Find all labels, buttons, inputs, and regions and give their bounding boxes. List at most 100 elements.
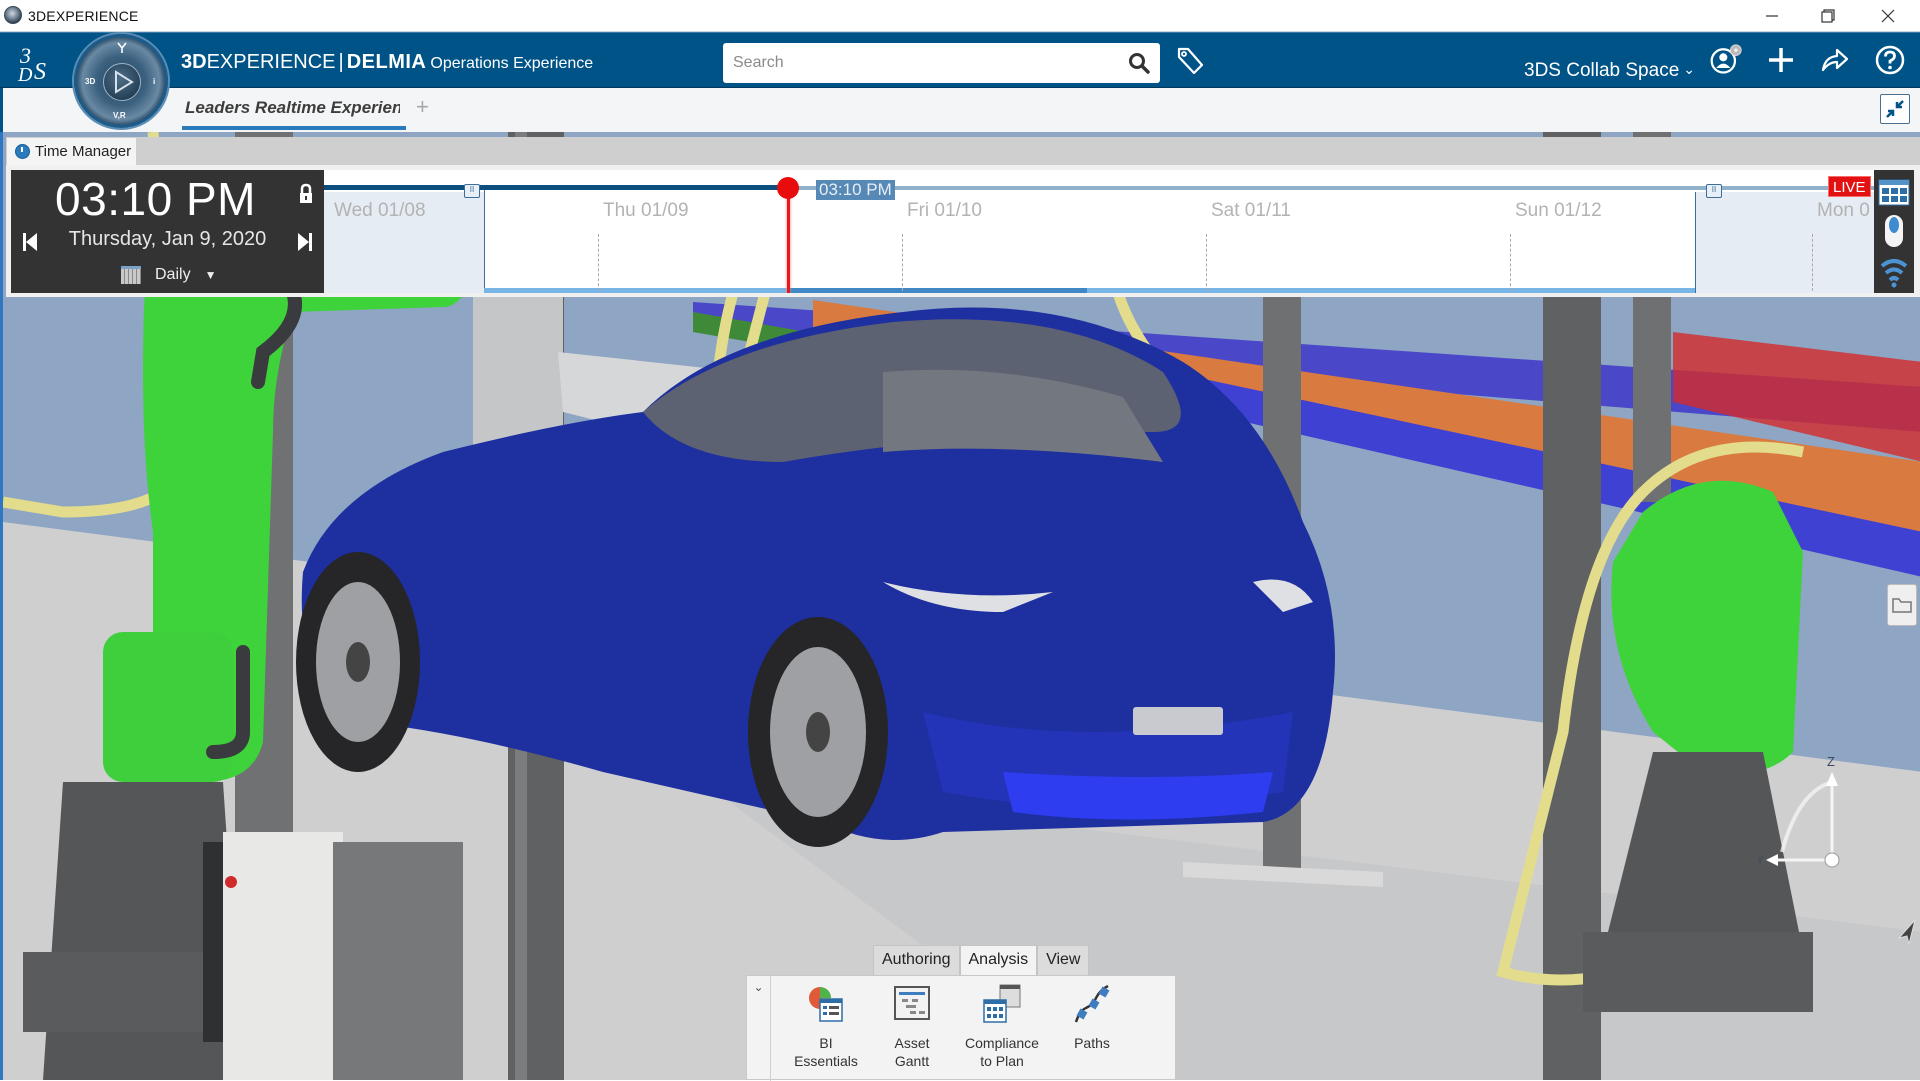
day-label: Sat 01/11 — [1211, 200, 1291, 221]
folder-button[interactable] — [1887, 584, 1917, 626]
ds-logo-icon[interactable]: 3 S D — [16, 41, 62, 83]
brand-product: DELMIA — [346, 51, 427, 73]
paths-button[interactable]: Paths — [1047, 984, 1137, 1052]
compliance-icon — [983, 984, 1021, 1023]
minimize-button[interactable] — [1744, 0, 1800, 32]
asset-gantt-icon — [894, 986, 930, 1020]
share-icon — [1821, 48, 1849, 72]
compass-widget[interactable]: 3D V,R i — [74, 34, 168, 128]
compass-social-icon[interactable] — [117, 42, 127, 54]
action-bar-toggle[interactable]: ⌄ — [747, 976, 771, 1081]
add-tab-button[interactable]: + — [416, 94, 429, 120]
tag-icon[interactable] — [1175, 45, 1207, 77]
svg-text:S: S — [34, 59, 46, 83]
clock-icon — [15, 144, 30, 159]
pointer-icon[interactable] — [1895, 918, 1917, 944]
live-button[interactable]: LIVE — [1828, 176, 1871, 197]
search-box — [723, 43, 1160, 83]
skip-forward-icon[interactable] — [297, 232, 313, 252]
window-titlebar: 3DEXPERIENCE — [0, 0, 1920, 32]
collab-space-label: 3DS Collab Space — [1524, 60, 1680, 81]
user-profile-button[interactable] — [1709, 43, 1743, 77]
top-bar: 3 S D 3DEXPERIENCE | DELMIA Operations Expe… — [0, 32, 1920, 88]
tab-time-manager[interactable]: Time Manager — [6, 137, 137, 165]
mode-selector[interactable]: Daily ▼ — [121, 266, 216, 284]
tab-analysis[interactable]: Analysis — [959, 945, 1038, 975]
day-tick — [1510, 234, 1511, 291]
compass-vr-label[interactable]: V,R — [113, 111, 126, 120]
chevron-down-icon: ⌄ — [1683, 61, 1695, 77]
dropdown-caret-icon: ▼ — [204, 268, 217, 282]
minimize-icon — [1766, 15, 1778, 17]
rotation-arc[interactable] — [1780, 780, 1833, 853]
y-axis-label: Y — [1758, 853, 1764, 867]
restore-icon — [1821, 9, 1835, 23]
help-icon — [1875, 45, 1905, 75]
play-button[interactable] — [103, 63, 141, 101]
compliance-label-2: to Plan — [980, 1053, 1024, 1069]
range-end-handle[interactable]: II — [1706, 184, 1722, 198]
wifi-icon[interactable] — [1880, 254, 1908, 288]
bi-essentials-label-1: BI — [819, 1035, 833, 1051]
help-button[interactable] — [1873, 43, 1907, 77]
brand-title: 3DEXPERIENCE | DELMIA Operations Experience — [181, 51, 593, 74]
time-cursor-line[interactable] — [787, 188, 790, 293]
timeline-scroll-track — [1087, 288, 1695, 293]
day-tick — [1812, 234, 1813, 291]
play-icon — [115, 70, 134, 94]
day-tick — [598, 234, 599, 291]
asset-gantt-label-2: Gantt — [894, 1053, 930, 1069]
search-input[interactable] — [733, 51, 1113, 75]
tab-leaders-realtime[interactable]: Leaders Realtime Experienc — [185, 98, 400, 118]
compliance-to-plan-button[interactable]: Compliance to Plan — [957, 984, 1047, 1070]
paths-label: Paths — [1074, 1035, 1110, 1051]
bi-essentials-label-2: Essentials — [794, 1053, 858, 1069]
time-cursor-handle[interactable] — [777, 177, 799, 199]
share-button[interactable] — [1818, 43, 1852, 77]
timeline-scroll-track — [484, 288, 787, 293]
day-label: Sun 01/12 — [1515, 200, 1602, 221]
close-button[interactable] — [1860, 0, 1916, 32]
bi-essentials-icon — [809, 987, 843, 1022]
brand-experience: EXPERIENCE — [206, 51, 336, 73]
front-hub — [346, 642, 370, 682]
mouse-icon[interactable] — [1884, 214, 1904, 248]
calendar-grid-icon[interactable] — [1878, 176, 1910, 206]
close-icon — [1881, 9, 1895, 23]
folder-icon — [1892, 598, 1912, 613]
z-axis-label: Z — [1827, 754, 1835, 769]
timeline[interactable]: Wed 01/08 Thu 01/09 Fri 01/10 Sat 01/11 … — [324, 170, 1874, 293]
bi-essentials-button[interactable]: BI Essentials — [781, 984, 871, 1070]
day-tick — [1206, 234, 1207, 291]
time-manager-side-toolbar — [1874, 170, 1914, 293]
app-icon — [4, 6, 22, 24]
day-tick — [902, 234, 903, 291]
add-icon — [1769, 48, 1793, 72]
collab-space-selector[interactable]: 3DS Collab Space ⌄ — [1524, 60, 1695, 82]
tab-authoring[interactable]: Authoring — [873, 945, 960, 975]
green-robot-right — [1611, 480, 1803, 775]
triad-origin[interactable] — [1824, 852, 1840, 868]
asset-gantt-button[interactable]: Asset Gantt — [867, 984, 957, 1070]
time-manager-label: Time Manager — [35, 143, 132, 160]
rear-hub — [806, 712, 830, 752]
search-icon[interactable] — [1128, 52, 1150, 74]
controller-cabinet-side — [333, 842, 463, 1080]
estop-indicator — [225, 876, 237, 888]
collapse-icon — [1886, 100, 1904, 118]
compass-3d-label[interactable]: 3D — [85, 77, 95, 86]
collapse-button[interactable] — [1880, 94, 1910, 124]
cabinet-panel — [203, 842, 223, 1042]
day-label: Thu 01/09 — [603, 200, 689, 221]
tab-view[interactable]: View — [1037, 945, 1090, 975]
restore-button[interactable] — [1800, 0, 1856, 32]
clock-display: 03:10 PM Thursday, Jan 9, 2020 Daily ▼ — [11, 170, 324, 293]
range-start-handle[interactable]: II — [464, 184, 480, 198]
add-button[interactable] — [1764, 43, 1798, 77]
z-axis-head — [1826, 772, 1838, 786]
lock-icon[interactable] — [298, 183, 314, 205]
timeline-scroll-thumb[interactable] — [787, 288, 1087, 293]
compass-info-label[interactable]: i — [153, 77, 155, 86]
current-date: Thursday, Jan 9, 2020 — [68, 228, 267, 250]
axis-triad[interactable]: Z Y — [1758, 752, 1878, 892]
